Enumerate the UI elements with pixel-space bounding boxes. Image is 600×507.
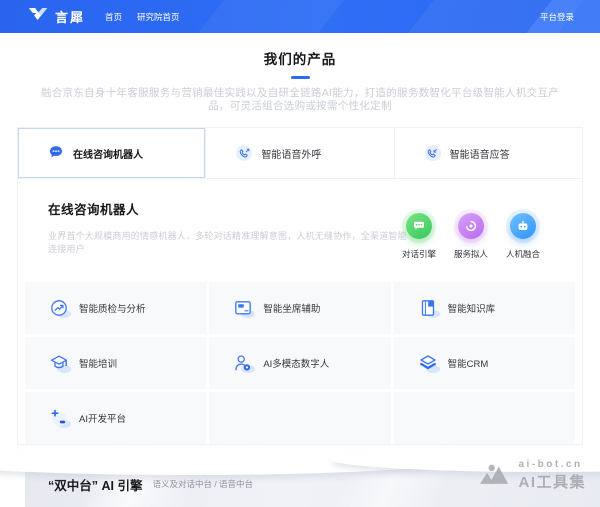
feature-label: 人机融合 xyxy=(500,248,546,260)
nav-item-research-institute[interactable]: 研究院首页 xyxy=(137,11,180,23)
feature-dialog-engine: 对话引擎 xyxy=(396,213,442,260)
logo-text: 言犀 xyxy=(55,7,85,26)
ai-bot-watermark: ai-bot.cn AI工具集 xyxy=(479,459,586,492)
grid-item-label: 智能CRM xyxy=(448,356,489,370)
feature-label: 对话引擎 xyxy=(396,248,442,260)
quality-inspection-icon xyxy=(49,298,69,318)
phone-inbound-icon xyxy=(425,145,441,161)
grid-item-label: 智能质检与分析 xyxy=(79,301,146,315)
feature-human-machine-fusion: 人机融合 xyxy=(500,213,546,260)
section-subtitle: 融合京东自身十年客服服务与营销最佳实践以及自研全链路AI能力，打造的服务数智化平… xyxy=(36,87,564,114)
tab-label: 在线咨询机器人 xyxy=(73,146,143,161)
ai-bot-logo-icon xyxy=(479,461,511,491)
grid-item-training[interactable]: 智能培训 xyxy=(25,337,206,389)
chat-bubble-icon xyxy=(48,144,64,163)
watermark-name: AI工具集 xyxy=(518,471,586,492)
grid-item-quality-inspection[interactable]: 智能质检与分析 xyxy=(25,282,206,334)
digital-human-icon xyxy=(233,353,253,373)
section-title: 我们的产品 xyxy=(0,48,600,68)
tab-label: 智能语音应答 xyxy=(450,146,510,161)
header-pattern xyxy=(187,0,354,33)
tab-voice-outbound[interactable]: 智能语音外呼 xyxy=(205,128,393,178)
ai-dev-platform-icon xyxy=(49,408,69,428)
phone-outbound-icon xyxy=(236,145,252,161)
engine-bar-title: “双中台” AI 引擎 xyxy=(48,475,142,494)
grid-item-ai-dev-platform[interactable]: AI开发平台 xyxy=(25,392,206,444)
tab-label: 智能语音外呼 xyxy=(261,146,321,161)
grid-item-label: AI开发平台 xyxy=(79,411,126,425)
knowledge-base-icon xyxy=(418,298,438,318)
training-icon xyxy=(49,353,69,373)
grid-item-knowledge-base[interactable]: 智能知识库 xyxy=(394,282,575,334)
grid-item-label: 智能坐席辅助 xyxy=(263,301,320,315)
human-machine-fusion-icon xyxy=(510,213,536,239)
agent-assist-icon xyxy=(233,298,253,318)
crm-icon xyxy=(418,353,438,373)
grid-item-digital-human[interactable]: AI多模态数字人 xyxy=(209,337,390,389)
header-nav: 首页 研究院首页 xyxy=(105,11,180,23)
title-underline xyxy=(291,76,310,79)
product-grid: 智能质检与分析 智能坐席辅助 智能知识库 xyxy=(18,274,582,444)
tab-detail-panel: 在线咨询机器人 业界首个大规模商用的情感机器人，多轮对话精准理解意图，人机无缝协… xyxy=(18,179,582,274)
grid-item-label: 智能知识库 xyxy=(448,301,496,315)
products-card: 在线咨询机器人 智能语音外呼 智能语音应答 在线咨询机器人 业界首个大规模 xyxy=(17,127,583,445)
grid-item-label: 智能培训 xyxy=(79,356,117,370)
feature-service-persona: 服务拟人 xyxy=(448,213,494,260)
service-persona-icon xyxy=(458,213,484,239)
watermark-text: ai-bot.cn AI工具集 xyxy=(518,459,586,492)
feature-list: 对话引擎 服务拟人 人 xyxy=(396,213,546,260)
grid-item-agent-assist[interactable]: 智能坐席辅助 xyxy=(209,282,390,334)
dialog-engine-icon xyxy=(406,213,432,239)
product-tabs: 在线咨询机器人 智能语音外呼 智能语音应答 xyxy=(18,128,582,179)
grid-item-empty xyxy=(209,392,390,444)
tab-voice-answer[interactable]: 智能语音应答 xyxy=(394,128,582,178)
yanxi-logo-icon xyxy=(27,6,49,27)
feature-label: 服务拟人 xyxy=(448,248,494,260)
top-header: 言犀 首页 研究院首页 平台登录 xyxy=(0,0,600,33)
platform-login-button[interactable]: 平台登录 xyxy=(540,11,574,23)
engine-bar-subtitle: 语义及对话中台 / 语音中台 xyxy=(152,478,253,490)
watermark-site: ai-bot.cn xyxy=(518,459,586,470)
tab-online-consult-robot[interactable]: 在线咨询机器人 xyxy=(18,128,205,178)
yanxi-logo[interactable]: 言犀 xyxy=(27,6,85,27)
detail-description: 业界首个大规模商用的情感机器人，多轮对话精准理解意图，人机无缝协作，全渠道智能连… xyxy=(48,229,408,255)
grid-item-empty xyxy=(394,392,575,444)
nav-item-home[interactable]: 首页 xyxy=(105,11,122,23)
grid-item-crm[interactable]: 智能CRM xyxy=(394,337,575,389)
grid-item-label: AI多模态数字人 xyxy=(263,356,329,370)
